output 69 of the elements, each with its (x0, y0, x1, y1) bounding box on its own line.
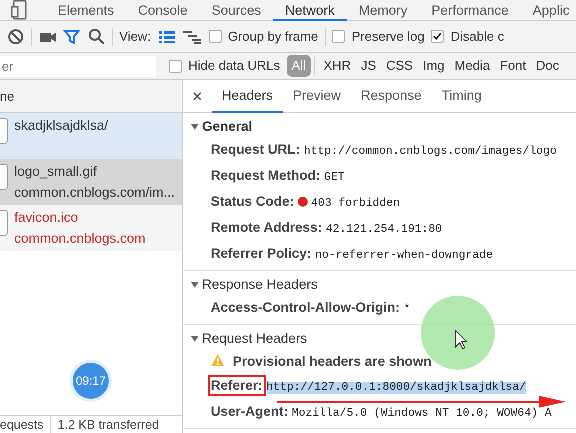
search-icon[interactable] (88, 28, 106, 46)
header-name: Request Method: (211, 168, 320, 183)
column-header[interactable]: ne (0, 80, 182, 113)
detail-tab[interactable]: Response (351, 80, 432, 112)
header-value: http://127.0.0.1:8000/skadjklsajdklsa/ (266, 382, 526, 394)
header-name: Request URL: (211, 142, 300, 157)
panel-tab[interactable]: Elements (46, 0, 126, 21)
header-value: http://common.cnblogs.com/images/logo (304, 146, 557, 158)
header-value: * (404, 304, 411, 316)
detail-tab[interactable]: Preview (283, 80, 352, 112)
detail-tab[interactable]: Headers (212, 80, 284, 112)
request-row[interactable]: skadjklsajdklsa/ (0, 113, 182, 159)
warning-icon (211, 354, 225, 367)
header-name: Referrer Policy: (211, 246, 312, 261)
panel-tab[interactable]: Memory (346, 0, 420, 21)
filter-type-button[interactable]: XHR (318, 55, 356, 77)
header-value: 42.121.254.191:80 (326, 224, 442, 236)
filter-type-button[interactable]: CSS (381, 55, 418, 77)
view-label: View: (120, 28, 152, 46)
header-value: Mozilla/5.0 (Windows NT 10.0; WOW64) A (292, 408, 552, 420)
panel-tab[interactable]: Performance (420, 0, 521, 21)
header-name: Access-Control-Allow-Origin: (211, 300, 400, 315)
checkbox-label: Hide data URLs (188, 57, 280, 76)
header-value: GET (324, 172, 345, 184)
request-row[interactable]: logo_small.gif common.cnblogs.com/im... (0, 159, 182, 205)
checkbox[interactable] (431, 30, 444, 43)
checkbox[interactable] (208, 30, 222, 43)
panel-tab[interactable]: Sources (200, 0, 274, 21)
checkbox-label: Group by frame (228, 28, 318, 46)
header-name: User-Agent: (211, 404, 288, 419)
clear-icon[interactable] (6, 28, 24, 46)
header-name: Referer: (211, 378, 263, 393)
request-name: skadjklsajdklsa/ (14, 117, 108, 135)
filter-type-button[interactable]: Media (450, 55, 496, 77)
panel-tab[interactable]: Network (273, 0, 347, 21)
checkbox-label: Disable c (450, 28, 504, 46)
request-row[interactable]: favicon.ico common.cnblogs.com (0, 205, 182, 251)
section-header[interactable]: Request Headers (191, 328, 308, 350)
panel-tab[interactable]: Console (126, 0, 200, 21)
caret-icon (191, 335, 199, 343)
filter-field[interactable]: er (0, 56, 156, 76)
request-domain: common.cnblogs.com/im... (14, 184, 176, 202)
checkbox[interactable] (332, 30, 346, 43)
filter-type-button[interactable]: Font (495, 55, 532, 77)
request-name: logo_small.gif (14, 163, 98, 181)
waterfall-icon[interactable] (182, 30, 202, 44)
caret-icon (191, 281, 199, 289)
filter-icon[interactable] (63, 28, 81, 46)
section-header[interactable]: General (191, 116, 253, 138)
panel-tab[interactable]: Applic (520, 0, 576, 21)
filter-type-button[interactable]: Doc (531, 55, 564, 77)
header-value: 403 forbidden (311, 198, 400, 210)
filter-type-button[interactable]: JS (356, 55, 382, 77)
checkbox-label: Preserve log (352, 28, 425, 46)
close-icon (193, 92, 202, 101)
request-name: favicon.ico (14, 209, 80, 227)
filter-type-button[interactable]: Img (418, 55, 450, 77)
warning-text: Provisional headers are shown (233, 354, 432, 369)
status-text: 1.2 KB transferred (58, 417, 160, 433)
section-header[interactable]: Response Headers (191, 274, 318, 296)
caret-icon (191, 123, 199, 131)
header-value: no-referrer-when-downgrade (315, 250, 494, 262)
list-view-icon[interactable] (158, 30, 176, 44)
detail-tab[interactable]: Timing (432, 80, 492, 112)
header-name: Remote Address: (211, 220, 322, 235)
request-domain: common.cnblogs.com (14, 230, 146, 248)
checkbox[interactable] (169, 60, 182, 72)
header-name: Status Code: (211, 194, 294, 209)
status-text: equests (0, 417, 44, 433)
